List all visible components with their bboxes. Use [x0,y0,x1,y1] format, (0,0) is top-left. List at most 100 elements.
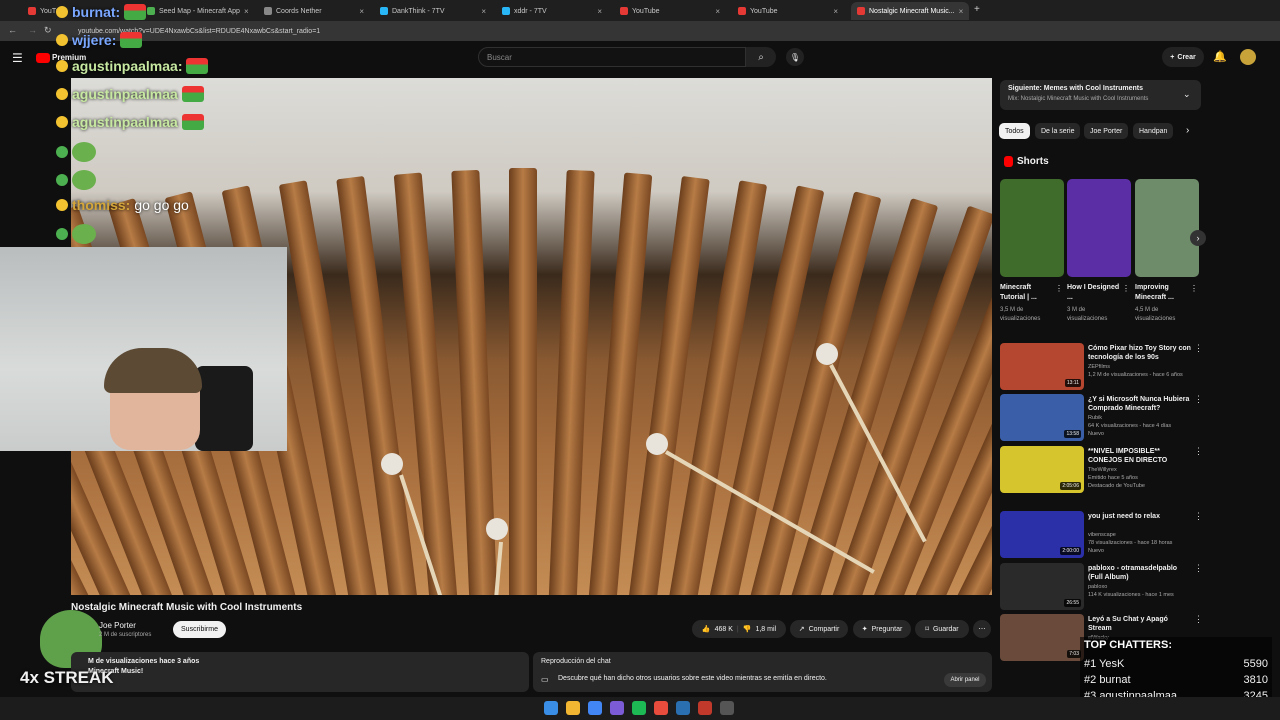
video-thumbnail[interactable]: 2:00:00 [1000,511,1084,558]
short-title[interactable]: Improving Minecraft ... [1135,283,1191,303]
status-badge: Nuevo [1088,431,1104,437]
short-title[interactable]: How I Designed ... [1067,283,1123,303]
channel-name[interactable]: ZEPfilms [1088,363,1192,371]
back-icon[interactable]: ← [8,25,17,35]
search-input[interactable]: Buscar [478,47,746,67]
open-panel-button[interactable]: Abrir panel [944,673,986,687]
terminal-icon[interactable] [720,701,734,715]
new-tab-icon[interactable]: + [974,4,980,15]
like-icon[interactable]: 👍 [702,625,711,633]
subscribe-button[interactable]: Suscribirme [173,621,226,638]
short-thumbnail[interactable] [1135,179,1199,277]
reload-icon[interactable]: ↻ [44,25,52,36]
browser-tab[interactable]: xddr - 7TV × [496,2,608,20]
short-title[interactable]: Minecraft Tutorial | ... [1000,283,1056,303]
close-icon[interactable]: × [244,7,249,16]
browser-tab[interactable]: Coords Nether × [258,2,370,20]
short-thumbnail[interactable] [1000,179,1064,277]
share-button[interactable]: ↗ Compartir [790,620,848,638]
ask-button[interactable]: ✦ Preguntar [853,620,911,638]
more-vert-icon[interactable]: ⋮ [1194,446,1203,457]
video-title-link[interactable]: you just need to relax [1088,512,1192,521]
browser-tab[interactable]: Nostalgic Minecraft Music... × [851,2,969,20]
windows-start-icon[interactable] [544,701,558,715]
more-vert-icon[interactable]: ⋮ [1194,343,1203,354]
browser-tab[interactable]: Seed Map - Minecraft App × [141,2,253,20]
close-icon[interactable]: × [959,7,964,16]
app-icon[interactable] [654,701,668,715]
youtube-logo-icon[interactable] [36,53,50,63]
chevron-right-icon[interactable]: › [1186,125,1189,136]
ask-label: Preguntar [871,625,903,633]
video-title-link[interactable]: Leyó a Su Chat y Apagó Stream [1088,615,1192,633]
chrome-icon[interactable] [588,701,602,715]
more-vert-icon[interactable]: ⋮ [1194,511,1203,522]
more-vert-icon[interactable]: ⋮ [1055,284,1063,293]
more-vert-icon[interactable]: ⋮ [1194,563,1203,574]
mic-icon[interactable]: 🎙 [786,48,804,66]
filter-chip[interactable]: Joe Porter [1084,123,1129,139]
short-views: 3,5 M de visualizaciones [1000,307,1041,322]
video-thumbnail[interactable]: 26:55 [1000,563,1084,610]
pepe-emote-icon [72,170,96,190]
tab-favicon-icon [380,7,388,15]
avatar[interactable] [1240,49,1256,65]
forward-icon[interactable]: → [28,25,37,35]
close-icon[interactable]: × [833,7,838,16]
file-explorer-icon[interactable] [566,701,580,715]
status-badge: Nuevo [1088,548,1104,554]
more-vert-icon[interactable]: ⋮ [1194,614,1203,625]
menu-icon[interactable]: ☰ [12,51,23,65]
browser-tab[interactable]: DankThink - 7TV × [374,2,492,20]
url-field[interactable]: youtube.com/watch?v=UDE4NxawbCs&list=RDU… [60,24,1110,38]
more-vert-icon[interactable]: ⋮ [1194,394,1203,405]
top-chatters-title: TOP CHATTERS: [1084,639,1173,651]
video-thumbnail[interactable]: 13:11 [1000,343,1084,390]
dislike-icon[interactable]: 👎 [743,625,752,633]
shorts-next-icon[interactable]: › [1190,230,1206,246]
chatter-count: 3810 [1243,674,1268,686]
video-title-link[interactable]: Cómo Pixar hizo Toy Story con tecnología… [1088,344,1192,362]
discord-icon[interactable] [610,701,624,715]
status-badge: Destacado de YouTube [1088,483,1145,489]
video-meta: 78 visualizaciones - hace 18 horas [1088,540,1173,546]
chevron-down-icon[interactable]: ⌄ [1183,89,1191,100]
browser-tab[interactable]: YouTube × [732,2,844,20]
channel-name[interactable]: Joe Porter [99,621,136,630]
create-button[interactable]: + Crear [1162,47,1204,67]
search-button[interactable]: ⌕ [746,47,776,67]
like-count[interactable]: 468 K [715,626,733,633]
close-icon[interactable]: × [715,7,720,16]
video-thumbnail[interactable]: 13:58 [1000,394,1084,441]
more-vert-icon[interactable]: ⋮ [1190,284,1198,293]
spotify-icon[interactable] [632,701,646,715]
filter-chip[interactable]: Handpan [1133,123,1174,139]
notifications-bell-icon[interactable]: 🔔 [1213,50,1227,63]
share-icon: ↗ [798,626,805,633]
video-title-link[interactable]: ¿Y si Microsoft Nunca Hubiera Comprado M… [1088,395,1192,413]
channel-name[interactable]: Rubik [1088,414,1192,422]
video-title-link[interactable]: **NIVEL IMPOSIBLE** CONEJOS EN DIRECTO [1088,447,1192,465]
save-button[interactable]: ⌑ Guardar [915,620,969,638]
more-vert-icon[interactable]: ⋮ [1122,284,1130,293]
channel-name[interactable]: vibenscape [1088,531,1192,539]
more-actions-button[interactable]: ⋯ [973,620,991,638]
video-meta: 1,2 M de visualizaciones - hace 6 años [1088,372,1183,378]
video-thumbnail[interactable]: 2:05:06 [1000,446,1084,493]
channel-name[interactable]: TheWillyrex [1088,466,1192,474]
close-icon[interactable]: × [597,7,602,16]
filter-chip[interactable]: Todos [999,123,1030,139]
chat-badge-icon [56,199,68,211]
browser-tab[interactable]: YouTube × [614,2,726,20]
short-thumbnail[interactable] [1067,179,1131,277]
video-thumbnail[interactable]: 7:03 [1000,614,1084,661]
video-title-link[interactable]: pabloxo - otramasdelpablo (Full Album) [1088,564,1192,582]
chat-line [56,170,96,190]
steam-icon[interactable] [676,701,690,715]
close-icon[interactable]: × [481,7,486,16]
filter-chip[interactable]: De la serie [1035,123,1081,139]
channel-name[interactable]: pabloxo [1088,583,1192,591]
obs-icon[interactable] [698,701,712,715]
close-icon[interactable]: × [359,7,364,16]
dislike-count[interactable]: 1,8 mil [755,626,776,633]
